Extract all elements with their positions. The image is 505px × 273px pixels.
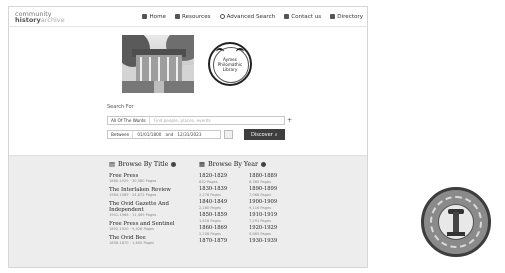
year-item[interactable]: 1930-1939: [249, 238, 293, 244]
seal-line-1: Aymes: [223, 56, 237, 62]
nav-contact[interactable]: Contact us: [284, 14, 321, 20]
info-icon[interactable]: [171, 162, 177, 167]
list-item[interactable]: The Ovid Gazette And Independent 1901-196…: [109, 201, 191, 218]
browse-year-heading: Browse By Year: [207, 161, 259, 168]
top-nav: community historyarchive Home Resources …: [9, 7, 367, 27]
historical-society-seal-logo: [421, 187, 491, 257]
seal-line-3: Library: [222, 66, 238, 72]
browser-frame: community historyarchive Home Resources …: [8, 6, 368, 268]
year-item[interactable]: 1900-1909 9,116 Pages: [249, 199, 293, 211]
nav-directory[interactable]: Directory: [330, 14, 363, 20]
scope-select[interactable]: All Of The Words: [108, 117, 150, 124]
nav-advanced-search-label: Advanced Search: [226, 13, 276, 20]
nav-home[interactable]: Home: [142, 14, 166, 20]
seal-line-2: Philomathic: [217, 61, 243, 67]
nav-resources-label: Resources: [181, 13, 211, 20]
year-item[interactable]: 1870-1879: [199, 238, 243, 244]
year-item[interactable]: 1910-1919 7,291 Pages: [249, 212, 293, 224]
discover-button[interactable]: Discover ⌕: [244, 129, 285, 140]
year-item[interactable]: 1920-1929 9,665 Pages: [249, 225, 293, 237]
year-item[interactable]: 1860-1869 2,208 Pages: [199, 225, 243, 237]
date-from[interactable]: 01/01/1800: [133, 132, 161, 137]
hero: Aymes Philomathic Library: [122, 35, 252, 93]
info-icon[interactable]: [261, 162, 267, 167]
keyword-field[interactable]: All Of The Words Find people, places, ev…: [107, 116, 285, 125]
directory-icon: [330, 14, 336, 19]
envelope-icon: [284, 14, 290, 19]
search-input[interactable]: Find people, places, events: [150, 118, 211, 123]
range-select[interactable]: Between: [108, 131, 134, 138]
year-item[interactable]: 1830-1839 2,276 Pages: [199, 186, 243, 198]
list-icon: ▤: [109, 161, 115, 168]
home-icon: [142, 14, 148, 19]
list-item[interactable]: The Interlaken Review 1964-1989 · 24,872 …: [109, 187, 191, 198]
book-icon: [174, 14, 180, 19]
add-field-button[interactable]: +: [287, 117, 292, 124]
list-item[interactable]: Free Press 1880-1929 · 30,580 Pages: [109, 173, 191, 184]
year-item[interactable]: 1890-1899 7,968 Pages: [249, 186, 293, 198]
nav-resources[interactable]: Resources: [174, 13, 211, 20]
nav-directory-label: Directory: [337, 13, 363, 20]
date-to[interactable]: 12/31/2023: [173, 132, 201, 137]
discover-label: Discover: [251, 131, 273, 138]
search-panel: Search For All Of The Words Find people,…: [107, 104, 307, 140]
list-item[interactable]: Free Press and Sentinel 1892-1920 · 9,428…: [109, 221, 191, 232]
search-icon: ⌕: [274, 131, 278, 138]
nav-advanced-search[interactable]: Advanced Search: [219, 13, 276, 20]
browse-by-year: ▦ Browse By Year 1820-1829 832 Pages 1880-…: [199, 161, 299, 244]
year-item[interactable]: 1850-1859 1,616 Pages: [199, 212, 243, 224]
site-logo[interactable]: community historyarchive: [15, 10, 65, 24]
nav-links: Home Resources Advanced Search Contact u…: [142, 14, 363, 20]
year-item[interactable]: 1880-1889 8,380 Pages: [249, 173, 293, 185]
search-label: Search For: [107, 104, 134, 110]
library-photo: [122, 35, 194, 93]
date-and: and: [165, 132, 174, 137]
nav-contact-label: Contact us: [291, 13, 322, 20]
library-seal-logo: Aymes Philomathic Library: [208, 42, 252, 86]
browse-section: ▤ Browse By Title Free Press 1880-1929 · 3…: [9, 155, 367, 267]
search-icon: [219, 14, 225, 19]
year-item[interactable]: 1820-1829 832 Pages: [199, 173, 243, 185]
browse-title-heading: Browse By Title: [117, 161, 169, 168]
nav-home-label: Home: [149, 13, 166, 20]
browse-by-title: ▤ Browse By Title Free Press 1880-1929 · 3…: [109, 161, 191, 249]
calendar-icon[interactable]: [224, 130, 233, 139]
logo-line-2: historyarchive: [15, 15, 65, 24]
date-range-field[interactable]: Between 01/01/1800 and 12/31/2023: [107, 130, 221, 139]
calendar-icon: ▦: [199, 161, 205, 168]
list-item[interactable]: The Ovid Bee 1858-1870 · 1,600 Pages: [109, 235, 191, 246]
year-item[interactable]: 1840-1849 2,180 Pages: [199, 199, 243, 211]
